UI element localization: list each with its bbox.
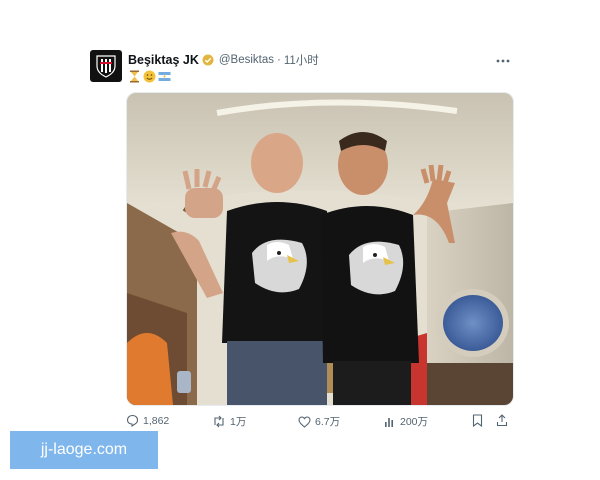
avatar[interactable] bbox=[90, 50, 122, 82]
jet-cabin-photo bbox=[127, 93, 513, 405]
tweet-header: Beşiktaş JK @Besiktas · 11小时 bbox=[128, 52, 319, 68]
tweet-photo[interactable] bbox=[126, 92, 514, 406]
reply-count: 1,862 bbox=[143, 414, 170, 427]
besiktas-logo-icon bbox=[96, 55, 116, 78]
retweet-icon bbox=[214, 415, 224, 428]
flag-emoji-icon bbox=[158, 72, 171, 81]
handle[interactable]: @Besiktas bbox=[219, 54, 274, 66]
verified-badge-icon bbox=[202, 54, 214, 66]
views-chart-icon bbox=[385, 417, 393, 427]
watermark-text: jj-laoge.com bbox=[40, 441, 128, 458]
tweet-text-emojis bbox=[128, 70, 171, 83]
reply-button[interactable]: 1,862 bbox=[126, 414, 169, 427]
eagle-print-left bbox=[252, 239, 307, 293]
bookmark-button[interactable] bbox=[472, 414, 483, 432]
like-count: 6.7万 bbox=[315, 416, 341, 428]
like-button[interactable]: 6.7万 bbox=[298, 414, 340, 429]
view-count: 200万 bbox=[400, 416, 429, 428]
tweet-actions: 1,862 1万 6.7万 200万 bbox=[126, 414, 512, 432]
retweet-count: 1万 bbox=[230, 416, 247, 428]
hourglass-emoji-icon bbox=[130, 70, 139, 83]
retweet-button[interactable]: 1万 bbox=[212, 414, 246, 429]
views-button[interactable]: 200万 bbox=[384, 414, 428, 429]
smiling-face-emoji-icon bbox=[143, 70, 156, 83]
timestamp[interactable]: 11小时 bbox=[284, 52, 319, 68]
display-name[interactable]: Beşiktaş JK bbox=[128, 53, 199, 67]
tweet-card[interactable]: Beşiktaş JK @Besiktas · 11小时 1,862 1万 6.… bbox=[82, 40, 518, 440]
bookmark-icon bbox=[472, 414, 483, 428]
watermark-banner: jj-laoge.com bbox=[10, 431, 158, 469]
more-options-icon[interactable] bbox=[496, 50, 510, 66]
heart-icon bbox=[298, 415, 311, 428]
reply-icon bbox=[126, 414, 139, 427]
eagle-print-right bbox=[349, 241, 404, 295]
share-icon bbox=[496, 414, 508, 427]
separator-dot: · bbox=[277, 54, 281, 66]
share-button[interactable] bbox=[496, 414, 508, 432]
